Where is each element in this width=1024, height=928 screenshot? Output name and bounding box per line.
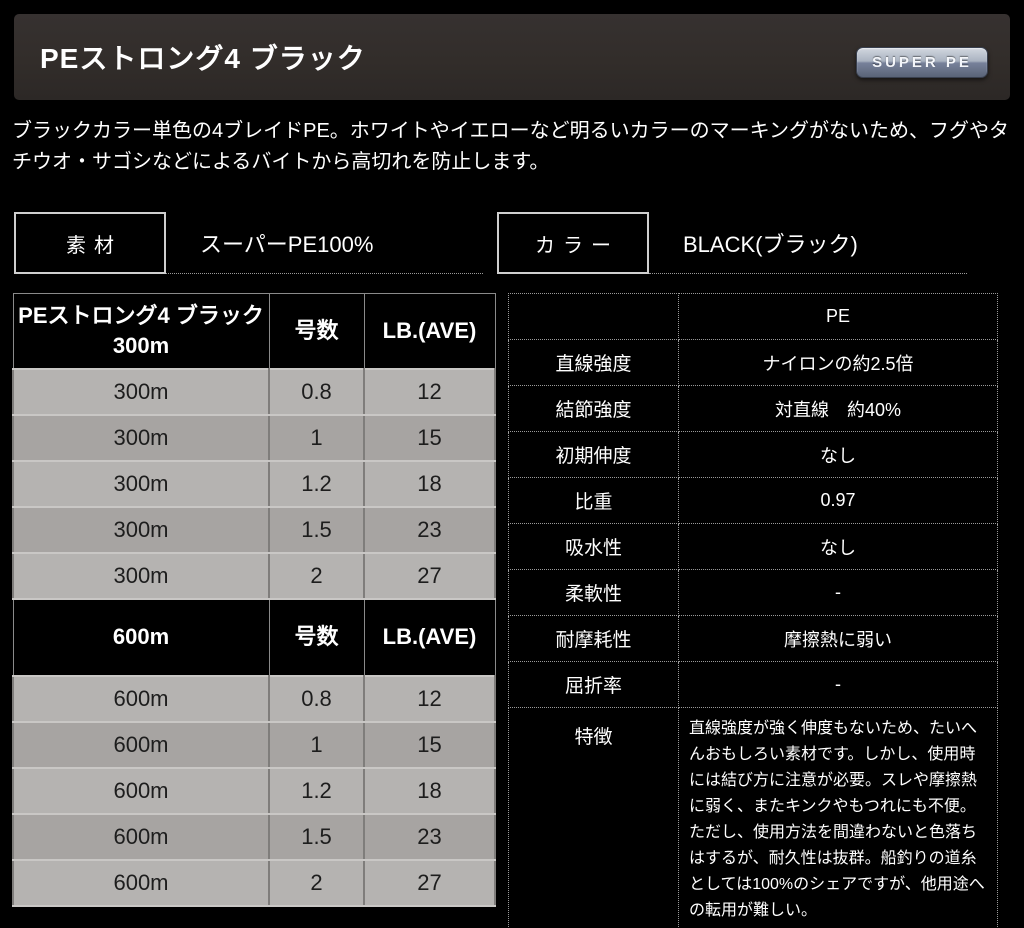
spec-label: 初期伸度 — [509, 432, 679, 478]
spec-label: 直線強度 — [509, 340, 679, 386]
spec-label: 柔軟性 — [509, 570, 679, 616]
lb-cell: 18 — [364, 461, 495, 507]
lb-cell: 27 — [364, 553, 495, 599]
spec-table: PE 直線強度 ナイロンの約2.5倍 結節強度 対直線 約40% 初期伸度 なし… — [508, 293, 998, 928]
gauge-cell: 2 — [269, 860, 364, 906]
spec-row: 結節強度 対直線 約40% — [509, 386, 998, 432]
size-table-lb-header: LB.(AVE) — [364, 599, 495, 676]
length-cell: 600m — [13, 676, 269, 722]
spec-value: 0.97 — [679, 478, 998, 524]
product-detail-page: PEストロング4 ブラック SUPER PE ブラックカラー単色の4ブレイドPE… — [0, 0, 1024, 928]
color-value: BLACK(ブラック) — [649, 212, 967, 274]
length-cell: 300m — [13, 553, 269, 599]
size-table-header-600m: 600m 号数 LB.(AVE) — [13, 599, 495, 676]
length-cell: 600m — [13, 722, 269, 768]
gauge-cell: 1 — [269, 415, 364, 461]
gauge-cell: 1.5 — [269, 814, 364, 860]
spec-row: 初期伸度 なし — [509, 432, 998, 478]
table-row: 600m 1 15 — [13, 722, 495, 768]
table-row: 300m 0.8 12 — [13, 369, 495, 415]
title-bar: PEストロング4 ブラック SUPER PE — [14, 14, 1010, 100]
table-row: 600m 1.2 18 — [13, 768, 495, 814]
spec-value: ナイロンの約2.5倍 — [679, 340, 998, 386]
lb-cell: 12 — [364, 369, 495, 415]
material-attribute: 素材 スーパーPE100% — [14, 212, 483, 274]
spec-value: - — [679, 570, 998, 616]
spec-label: 屈折率 — [509, 662, 679, 708]
spec-label: 結節強度 — [509, 386, 679, 432]
table-row: 600m 0.8 12 — [13, 676, 495, 722]
length-cell: 300m — [13, 507, 269, 553]
size-table-product-header: 600m — [13, 599, 269, 676]
lb-cell: 27 — [364, 860, 495, 906]
table-row: 300m 2 27 — [13, 553, 495, 599]
table-row: 600m 2 27 — [13, 860, 495, 906]
spec-row: 耐摩耗性 摩擦熱に弱い — [509, 616, 998, 662]
spec-label: 比重 — [509, 478, 679, 524]
spec-value: - — [679, 662, 998, 708]
lb-cell: 23 — [364, 814, 495, 860]
spec-value: 直線強度が強く伸度もないため、たいへんおもしろい素材です。しかし、使用時には結び… — [679, 708, 998, 928]
size-table-header-300m: PEストロング4 ブラック 300m 号数 LB.(AVE) — [13, 294, 495, 369]
lb-cell: 15 — [364, 722, 495, 768]
size-table-lb-header: LB.(AVE) — [364, 294, 495, 369]
length-cell: 600m — [13, 768, 269, 814]
lb-cell: 15 — [364, 415, 495, 461]
spec-header-row: PE — [509, 294, 998, 340]
spec-value: 対直線 約40% — [679, 386, 998, 432]
spec-row: 比重 0.97 — [509, 478, 998, 524]
product-description: ブラックカラー単色の4ブレイドPE。ホワイトやイエローなど明るいカラーのマーキン… — [12, 116, 1016, 178]
lb-cell: 23 — [364, 507, 495, 553]
table-row: 300m 1 15 — [13, 415, 495, 461]
gauge-cell: 2 — [269, 553, 364, 599]
lb-cell: 18 — [364, 768, 495, 814]
spec-column-title: PE — [679, 294, 998, 340]
material-value: スーパーPE100% — [166, 212, 483, 274]
size-table-gauge-header: 号数 — [269, 599, 364, 676]
length-cell: 300m — [13, 415, 269, 461]
spec-row: 柔軟性 - — [509, 570, 998, 616]
spec-label: 吸水性 — [509, 524, 679, 570]
size-table: PEストロング4 ブラック 300m 号数 LB.(AVE) 300m 0.8 … — [12, 293, 496, 907]
table-row: 600m 1.5 23 — [13, 814, 495, 860]
lb-cell: 12 — [364, 676, 495, 722]
gauge-cell: 0.8 — [269, 676, 364, 722]
page-title: PEストロング4 ブラック — [40, 37, 366, 77]
gauge-cell: 1.5 — [269, 507, 364, 553]
color-attribute: カラー BLACK(ブラック) — [497, 212, 967, 274]
spec-value: なし — [679, 432, 998, 478]
spec-empty-corner — [509, 294, 679, 340]
spec-row: 直線強度 ナイロンの約2.5倍 — [509, 340, 998, 386]
gauge-cell: 1.2 — [269, 461, 364, 507]
spec-row: 屈折率 - — [509, 662, 998, 708]
spec-label: 耐摩耗性 — [509, 616, 679, 662]
super-pe-button[interactable]: SUPER PE — [856, 47, 988, 78]
table-row: 300m 1.5 23 — [13, 507, 495, 553]
size-table-gauge-header: 号数 — [269, 294, 364, 369]
color-label: カラー — [497, 212, 649, 274]
spec-value: なし — [679, 524, 998, 570]
material-label: 素材 — [14, 212, 166, 274]
gauge-cell: 0.8 — [269, 369, 364, 415]
gauge-cell: 1 — [269, 722, 364, 768]
gauge-cell: 1.2 — [269, 768, 364, 814]
length-cell: 300m — [13, 369, 269, 415]
spec-row: 吸水性 なし — [509, 524, 998, 570]
spec-value: 摩擦熱に弱い — [679, 616, 998, 662]
length-cell: 600m — [13, 814, 269, 860]
table-row: 300m 1.2 18 — [13, 461, 495, 507]
spec-row-feature: 特徴 直線強度が強く伸度もないため、たいへんおもしろい素材です。しかし、使用時に… — [509, 708, 998, 928]
length-cell: 600m — [13, 860, 269, 906]
size-table-product-header: PEストロング4 ブラック 300m — [13, 294, 269, 369]
length-cell: 300m — [13, 461, 269, 507]
spec-label: 特徴 — [509, 708, 679, 928]
